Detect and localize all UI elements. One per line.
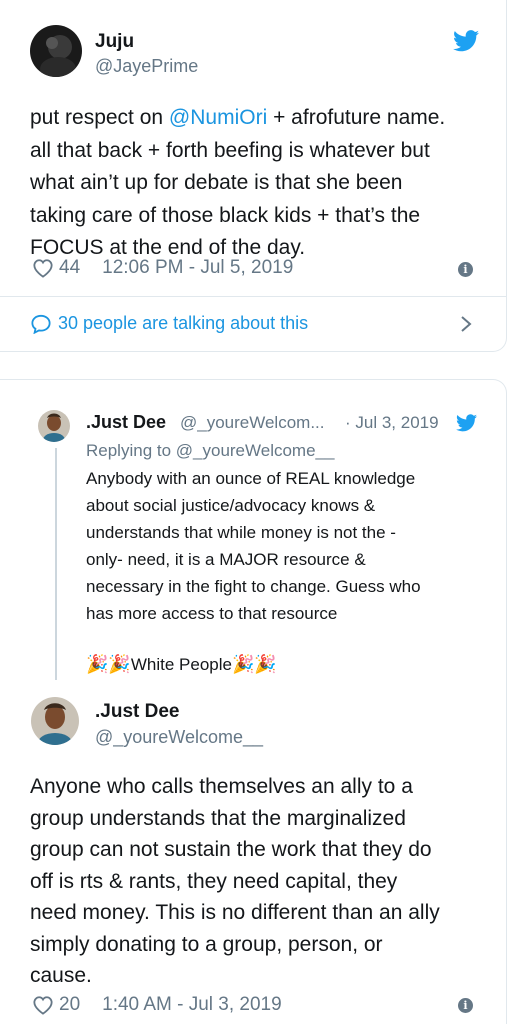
- tweet-text: Anyone who calls themselves an ally to a…: [30, 771, 495, 992]
- tweet-card-juju[interactable]: Juju @JayePrime put respect on @NumiOri …: [0, 0, 507, 352]
- tweet-text-line: simply donating to a group, person, or: [30, 932, 383, 956]
- divider: [0, 296, 507, 297]
- chevron-right-icon[interactable]: [460, 315, 472, 333]
- mention-link[interactable]: @NumiOri: [169, 106, 267, 129]
- tweet-meta: 20 1:40 AM - Jul 3, 2019: [32, 994, 282, 1016]
- party-popper-icon: 🎉: [254, 654, 277, 674]
- tweet-text-line: need money. This is no different than an…: [30, 901, 440, 924]
- tweet-text-line: taking care of those black kids + that’s…: [30, 203, 421, 227]
- info-icon[interactable]: i: [458, 262, 473, 277]
- quoted-text-line: only- need, it is a MAJOR resource &: [86, 550, 366, 569]
- quoted-text-line: necessary in the fight to change. Guess …: [86, 577, 421, 596]
- heart-icon[interactable]: [32, 995, 54, 1015]
- emoji-line-text: White People: [130, 655, 232, 674]
- user-handle[interactable]: @_youreWelcome__: [95, 727, 263, 748]
- user-handle[interactable]: @_youreWelcom...: [180, 413, 325, 433]
- tweet-meta: 44 12:06 PM - Jul 5, 2019: [32, 257, 293, 279]
- thread-line: [55, 448, 57, 680]
- party-popper-icon: 🎉: [86, 654, 109, 674]
- display-name[interactable]: .Just Dee: [95, 701, 179, 723]
- tweet-text-rest: + afrofuture name.: [267, 106, 446, 129]
- replying-to[interactable]: Replying to @_youreWelcome__: [86, 441, 334, 461]
- conversation-count[interactable]: 30 people are talking about this: [58, 313, 308, 334]
- twitter-bird-icon[interactable]: [453, 30, 479, 52]
- display-name[interactable]: Juju: [95, 31, 134, 53]
- avatar[interactable]: [30, 25, 82, 77]
- tweet-text-prefix: put respect on: [30, 106, 169, 129]
- tweet-text-line: off is rts & rants, they need capital, t…: [30, 869, 398, 893]
- timestamp[interactable]: 12:06 PM - Jul 5, 2019: [102, 257, 293, 279]
- tweet-text-line: group understands that the marginalized: [30, 806, 406, 830]
- tweet-text-line: group can not sustain the work that they…: [30, 838, 432, 861]
- party-popper-icon: 🎉: [231, 654, 255, 674]
- speech-bubble-icon: [31, 314, 51, 334]
- user-handle[interactable]: @JayePrime: [95, 56, 198, 77]
- info-icon[interactable]: i: [458, 998, 473, 1013]
- quoted-text-line: about social justice/advocacy knows &: [86, 496, 376, 515]
- tweet-text-line: all that back + forth beefing is whateve…: [30, 138, 430, 162]
- display-name[interactable]: .Just Dee: [86, 412, 166, 433]
- emoji-line: 🎉🎉White People🎉🎉: [86, 651, 277, 678]
- party-popper-icon: 🎉: [108, 654, 131, 674]
- tweet-date[interactable]: · Jul 3, 2019: [345, 413, 439, 433]
- avatar[interactable]: [31, 697, 79, 745]
- twitter-bird-icon[interactable]: [456, 414, 477, 432]
- tweet-text-line: cause.: [30, 964, 92, 987]
- quoted-text-line: has more access to that resource: [86, 604, 338, 623]
- like-count[interactable]: 44: [59, 257, 80, 279]
- conversation-link[interactable]: 30 people are talking about this: [30, 313, 308, 334]
- quoted-text-line: Anybody with an ounce of REAL knowledge: [86, 469, 416, 488]
- avatar[interactable]: [38, 410, 70, 442]
- quoted-text-line: understands that while money is not the …: [86, 523, 396, 542]
- tweet-text-line: what ain’t up for debate is that she bee…: [30, 171, 403, 194]
- tweet-text-line: Anyone who calls themselves an ally to a: [30, 775, 413, 798]
- timestamp[interactable]: 1:40 AM - Jul 3, 2019: [102, 994, 282, 1016]
- quoted-text: Anybody with an ounce of REAL knowledge …: [86, 465, 496, 627]
- like-count[interactable]: 20: [59, 994, 80, 1016]
- tweet-text: put respect on @NumiOri + afrofuture nam…: [30, 102, 490, 265]
- heart-icon[interactable]: [32, 258, 54, 278]
